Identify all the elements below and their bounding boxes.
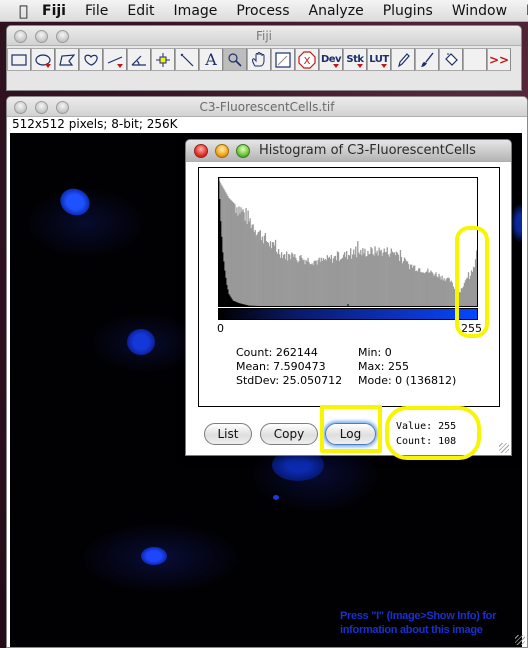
empty-slot <box>463 48 487 71</box>
angle-tool[interactable] <box>127 48 151 71</box>
x-axis-max-label: 255 <box>461 322 482 335</box>
magnifier-tool[interactable] <box>223 48 247 71</box>
polygon-icon <box>59 53 75 66</box>
cursor-readout: Value: 255 Count: 108 <box>396 419 456 449</box>
menu-bar:  Fiji File Edit Image Process Analyze P… <box>0 0 528 22</box>
close-window-button[interactable] <box>14 30 27 43</box>
menu-file[interactable]: File <box>85 3 108 19</box>
stat-mode: Mode: 0 (136812) <box>358 374 457 387</box>
resize-handle[interactable] <box>499 443 509 453</box>
image-titlebar[interactable]: C3-FluorescentCells.tif <box>7 97 527 117</box>
zoom-window-button[interactable] <box>56 101 69 114</box>
toolbar-window-title: Fiji <box>255 29 273 43</box>
tool-menu-indicator <box>357 64 363 68</box>
oval-tool[interactable] <box>31 48 55 71</box>
log-button[interactable]: Log <box>325 423 376 445</box>
cell-nucleus <box>127 329 155 355</box>
tool-menu-indicator <box>333 64 339 68</box>
show-info-hint: Press "I" (Image>Show Info) for informat… <box>340 609 520 637</box>
dropper-tool[interactable] <box>271 48 295 71</box>
text-tool[interactable]: A <box>199 48 223 71</box>
paint-bucket-icon <box>445 52 458 66</box>
tool-menu-indicator <box>381 64 387 68</box>
lut-tool[interactable]: LUT <box>367 48 391 71</box>
histogram-stats: Count: 262144 Min: 0 Mean: 7.590473 Max:… <box>236 346 456 388</box>
readout-count: Count: 108 <box>396 436 457 447</box>
hand-icon <box>252 51 265 66</box>
stat-mean: Mean: 7.590473 <box>236 360 326 373</box>
histogram-plot[interactable] <box>218 177 478 307</box>
text-icon: A <box>205 50 217 69</box>
pencil-icon <box>398 52 410 67</box>
line-tool[interactable] <box>103 48 127 71</box>
polygon-tool[interactable] <box>55 48 79 71</box>
magnifier-icon <box>228 52 242 67</box>
stop-x-icon: X <box>298 50 316 69</box>
copy-button[interactable]: Copy <box>260 423 318 445</box>
menu-plugins[interactable]: Plugins <box>383 3 433 19</box>
menu-process[interactable]: Process <box>236 3 289 19</box>
wand-tool[interactable] <box>175 48 199 71</box>
menu-analyze[interactable]: Analyze <box>309 3 364 19</box>
brush-tool[interactable] <box>415 48 439 71</box>
minimize-window-button[interactable] <box>35 101 48 114</box>
point-tool[interactable] <box>151 48 175 71</box>
close-window-button[interactable] <box>194 144 208 158</box>
cell-nucleus <box>141 547 167 565</box>
histogram-window-title: Histogram of C3-FluorescentCells <box>259 143 476 158</box>
menu-image[interactable]: Image <box>174 3 218 19</box>
tool-bar: A X Dev Stk LUT >> <box>7 46 521 72</box>
stat-stddev: StdDev: 25.050712 <box>236 374 343 387</box>
toolbar-titlebar[interactable]: Fiji <box>7 26 521 46</box>
menu-edit[interactable]: Edit <box>127 3 154 19</box>
dropper-icon <box>275 51 291 68</box>
stat-max: Max: 255 <box>358 360 409 373</box>
list-button[interactable]: List <box>204 423 252 445</box>
more-tools-button[interactable]: >> <box>487 48 511 71</box>
crosshair-icon <box>156 52 170 67</box>
fiji-toolbar-window: Fiji A X Dev Stk LUT >> <box>6 25 522 91</box>
histogram-titlebar[interactable]: Histogram of C3-FluorescentCells <box>186 140 511 162</box>
tool-menu-indicator <box>117 64 123 68</box>
image-window-title: C3-FluorescentCells.tif <box>199 100 335 114</box>
hint-line-1: Press "I" (Image>Show Info) for <box>340 610 497 622</box>
dev-tool[interactable]: Dev <box>319 48 343 71</box>
freehand-tool[interactable] <box>79 48 103 71</box>
zoom-window-button[interactable] <box>56 30 69 43</box>
stk-tool[interactable]: Stk <box>343 48 367 71</box>
flood-fill-tool[interactable] <box>439 48 463 71</box>
stat-min: Min: 0 <box>358 346 392 359</box>
angle-icon <box>131 55 146 66</box>
double-chevron-icon: >> <box>488 52 510 67</box>
readout-value: Value: 255 <box>396 421 457 432</box>
histogram-panel: 0 255 Count: 262144 Min: 0 Mean: 7.59047… <box>198 167 500 407</box>
resize-handle[interactable] <box>515 635 525 645</box>
brush-icon <box>421 52 434 67</box>
x-axis-min-label: 0 <box>217 322 224 335</box>
apple-menu-icon[interactable]:  <box>19 2 28 20</box>
close-window-button[interactable] <box>14 101 27 114</box>
wand-icon <box>180 53 194 66</box>
rectangle-icon <box>11 53 27 66</box>
log-bars-group <box>218 179 478 307</box>
freehand-icon <box>84 54 98 66</box>
lut-colorbar <box>218 308 478 320</box>
menu-window[interactable]: Window <box>452 3 507 19</box>
minimize-window-button[interactable] <box>35 30 48 43</box>
stat-count: Count: 262144 <box>236 346 318 359</box>
svg-text:X: X <box>304 56 311 67</box>
cell-fragment <box>273 495 279 500</box>
minimize-window-button[interactable] <box>215 144 229 158</box>
pencil-tool[interactable] <box>391 48 415 71</box>
histogram-window: Histogram of C3-FluorescentCells 0 255 C… <box>185 139 512 456</box>
hand-tool[interactable] <box>247 48 271 71</box>
tool-menu-indicator <box>45 64 51 68</box>
image-info-line: 512x512 pixels; 8-bit; 256K <box>7 117 527 131</box>
stop-tool[interactable]: X <box>295 48 319 71</box>
menu-fiji[interactable]: Fiji <box>42 3 66 19</box>
hint-line-2: information about this image <box>340 624 483 636</box>
rectangle-tool[interactable] <box>7 48 31 71</box>
histogram-svg <box>218 177 478 307</box>
zoom-window-button[interactable] <box>236 144 250 158</box>
